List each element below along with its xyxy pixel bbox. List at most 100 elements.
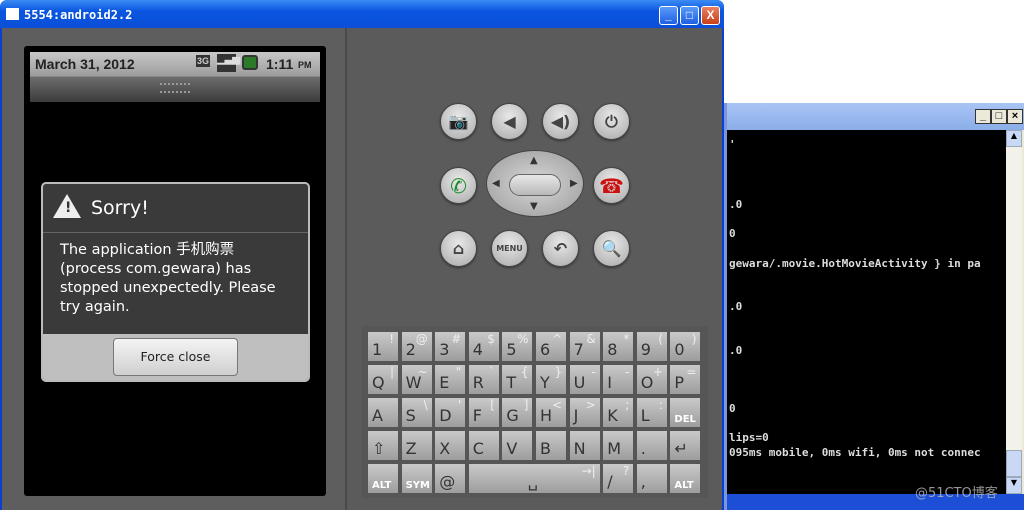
key-x[interactable]: X	[434, 430, 467, 461]
maximize-button[interactable]: □	[680, 6, 699, 25]
key-4[interactable]: 4 $	[467, 331, 500, 362]
key-h[interactable]: H <	[535, 397, 568, 428]
dpad[interactable]: ▲ ▼ ◀ ▶	[486, 150, 584, 217]
key-label: S	[405, 406, 416, 425]
console-line: lips=0	[729, 431, 769, 444]
back-button[interactable]: ↶	[542, 230, 579, 267]
key-m[interactable]: M	[602, 430, 635, 461]
key-u[interactable]: U-	[568, 364, 601, 395]
key-symbol[interactable]: @	[434, 463, 467, 494]
key-1[interactable]: 1!	[367, 331, 400, 362]
key-symbol[interactable]: .	[635, 430, 668, 461]
volume-up-button[interactable]: ◀)	[542, 103, 579, 140]
key-c[interactable]: C	[467, 430, 500, 461]
minimize-button[interactable]: _	[659, 6, 678, 25]
key-q[interactable]: Q |	[367, 364, 400, 395]
console-maximize-button[interactable]: □	[991, 109, 1007, 124]
dpad-up-button[interactable]: ▲	[530, 155, 538, 166]
console-close-button[interactable]: ×	[1007, 109, 1023, 124]
close-button[interactable]: X	[701, 6, 720, 25]
key-9[interactable]: 9(	[635, 331, 668, 362]
key-alt[interactable]: ALT	[367, 463, 400, 494]
key-f[interactable]: F[	[467, 397, 500, 428]
console-scrollbar[interactable]: ▲ ▼	[1006, 130, 1022, 494]
key-label: 2	[405, 340, 416, 359]
scroll-down-button[interactable]: ▼	[1006, 477, 1022, 494]
call-button[interactable]: ✆	[440, 167, 477, 204]
key-i[interactable]: I-	[602, 364, 635, 395]
window-icon	[6, 8, 19, 20]
key-k[interactable]: K;	[602, 397, 635, 428]
home-button[interactable]: ⌂	[440, 230, 477, 267]
key-n[interactable]: N	[568, 430, 601, 461]
key-sym[interactable]: SYM	[400, 463, 433, 494]
key-b[interactable]: B	[535, 430, 568, 461]
key-p[interactable]: P =	[669, 364, 702, 395]
key-t[interactable]: T{	[501, 364, 534, 395]
key-l[interactable]: L:	[635, 397, 668, 428]
key-label: /	[607, 472, 613, 491]
key-label: O	[640, 373, 654, 392]
status-time: 1:11	[266, 56, 294, 72]
notification-shade-handle[interactable]	[30, 76, 320, 102]
scroll-up-button[interactable]: ▲	[1006, 130, 1022, 147]
key-label: G	[506, 406, 519, 425]
force-close-button[interactable]: Force close	[113, 338, 238, 376]
end-call-button[interactable]: ☎	[593, 167, 630, 204]
status-ampm: PM	[298, 60, 312, 70]
error-dialog: ! Sorry! The application 手机购票 (process c…	[41, 182, 310, 382]
key-d[interactable]: D '	[434, 397, 467, 428]
key-alt-label: ]	[523, 398, 529, 412]
key-a[interactable]: A	[367, 397, 400, 428]
key-2[interactable]: 2 @	[400, 331, 433, 362]
key-label: 6	[540, 340, 551, 359]
window-title: 5554:android2.2	[24, 8, 133, 22]
key-g[interactable]: G]	[501, 397, 534, 428]
dpad-right-button[interactable]: ▶	[570, 178, 578, 189]
console-line: gewara/.movie.HotMovieActivity } in pa	[729, 257, 981, 270]
emulator-title-bar: 5554:android2.2 _ □ X	[0, 0, 724, 28]
key-alt[interactable]: ALT	[669, 463, 702, 494]
search-button[interactable]: 🔍	[593, 230, 630, 267]
key-alt-label: -	[591, 365, 596, 379]
console-minimize-button[interactable]: _	[975, 109, 991, 124]
key-alt-label: +	[652, 365, 663, 379]
menu-button[interactable]: MENU	[491, 230, 528, 267]
key-del[interactable]: DEL	[669, 397, 702, 428]
key-7[interactable]: 7 &	[568, 331, 601, 362]
key-5[interactable]: 5%	[501, 331, 534, 362]
key-enter[interactable]: ↵	[669, 430, 702, 461]
key-j[interactable]: J >	[568, 397, 601, 428]
warning-icon-mark: !	[65, 200, 72, 216]
key-label: 8	[607, 340, 618, 359]
volume-down-button[interactable]: ◀	[491, 103, 528, 140]
key-0[interactable]: 0)	[669, 331, 702, 362]
key-e[interactable]: E "	[434, 364, 467, 395]
key-s[interactable]: S \	[400, 397, 433, 428]
key-symbol[interactable]: /?	[602, 463, 635, 494]
key-6[interactable]: 6 ^	[535, 331, 568, 362]
key-3[interactable]: 3 #	[434, 331, 467, 362]
key-8[interactable]: 8 *	[602, 331, 635, 362]
power-button[interactable]: ⏻	[593, 103, 630, 140]
dpad-center-button[interactable]	[509, 174, 561, 196]
key-v[interactable]: V	[501, 430, 534, 461]
key-alt-label: |	[390, 365, 395, 379]
key-label: N	[573, 439, 586, 458]
key-y[interactable]: Y}	[535, 364, 568, 395]
key-alt-label: @	[415, 332, 428, 346]
key-r[interactable]: R `	[467, 364, 500, 395]
scroll-thumb[interactable]	[1006, 450, 1022, 477]
dpad-left-button[interactable]: ◀	[492, 178, 500, 189]
camera-button[interactable]: 📷	[440, 103, 477, 140]
status-bar[interactable]: March 31, 2012 3G ▁▃▅ 1:11 PM	[30, 52, 320, 76]
network-3g-icon: 3G	[196, 55, 211, 67]
key-o[interactable]: O +	[635, 364, 668, 395]
key-symbol[interactable]: ,	[635, 463, 668, 494]
key-w[interactable]: W ~	[400, 364, 433, 395]
dialog-header: ! Sorry!	[43, 184, 308, 233]
key-z[interactable]: Z	[400, 430, 433, 461]
key-space[interactable]: ␣ →|	[467, 463, 601, 494]
dpad-down-button[interactable]: ▼	[530, 201, 538, 212]
key-shift[interactable]: ⇧	[367, 430, 400, 461]
